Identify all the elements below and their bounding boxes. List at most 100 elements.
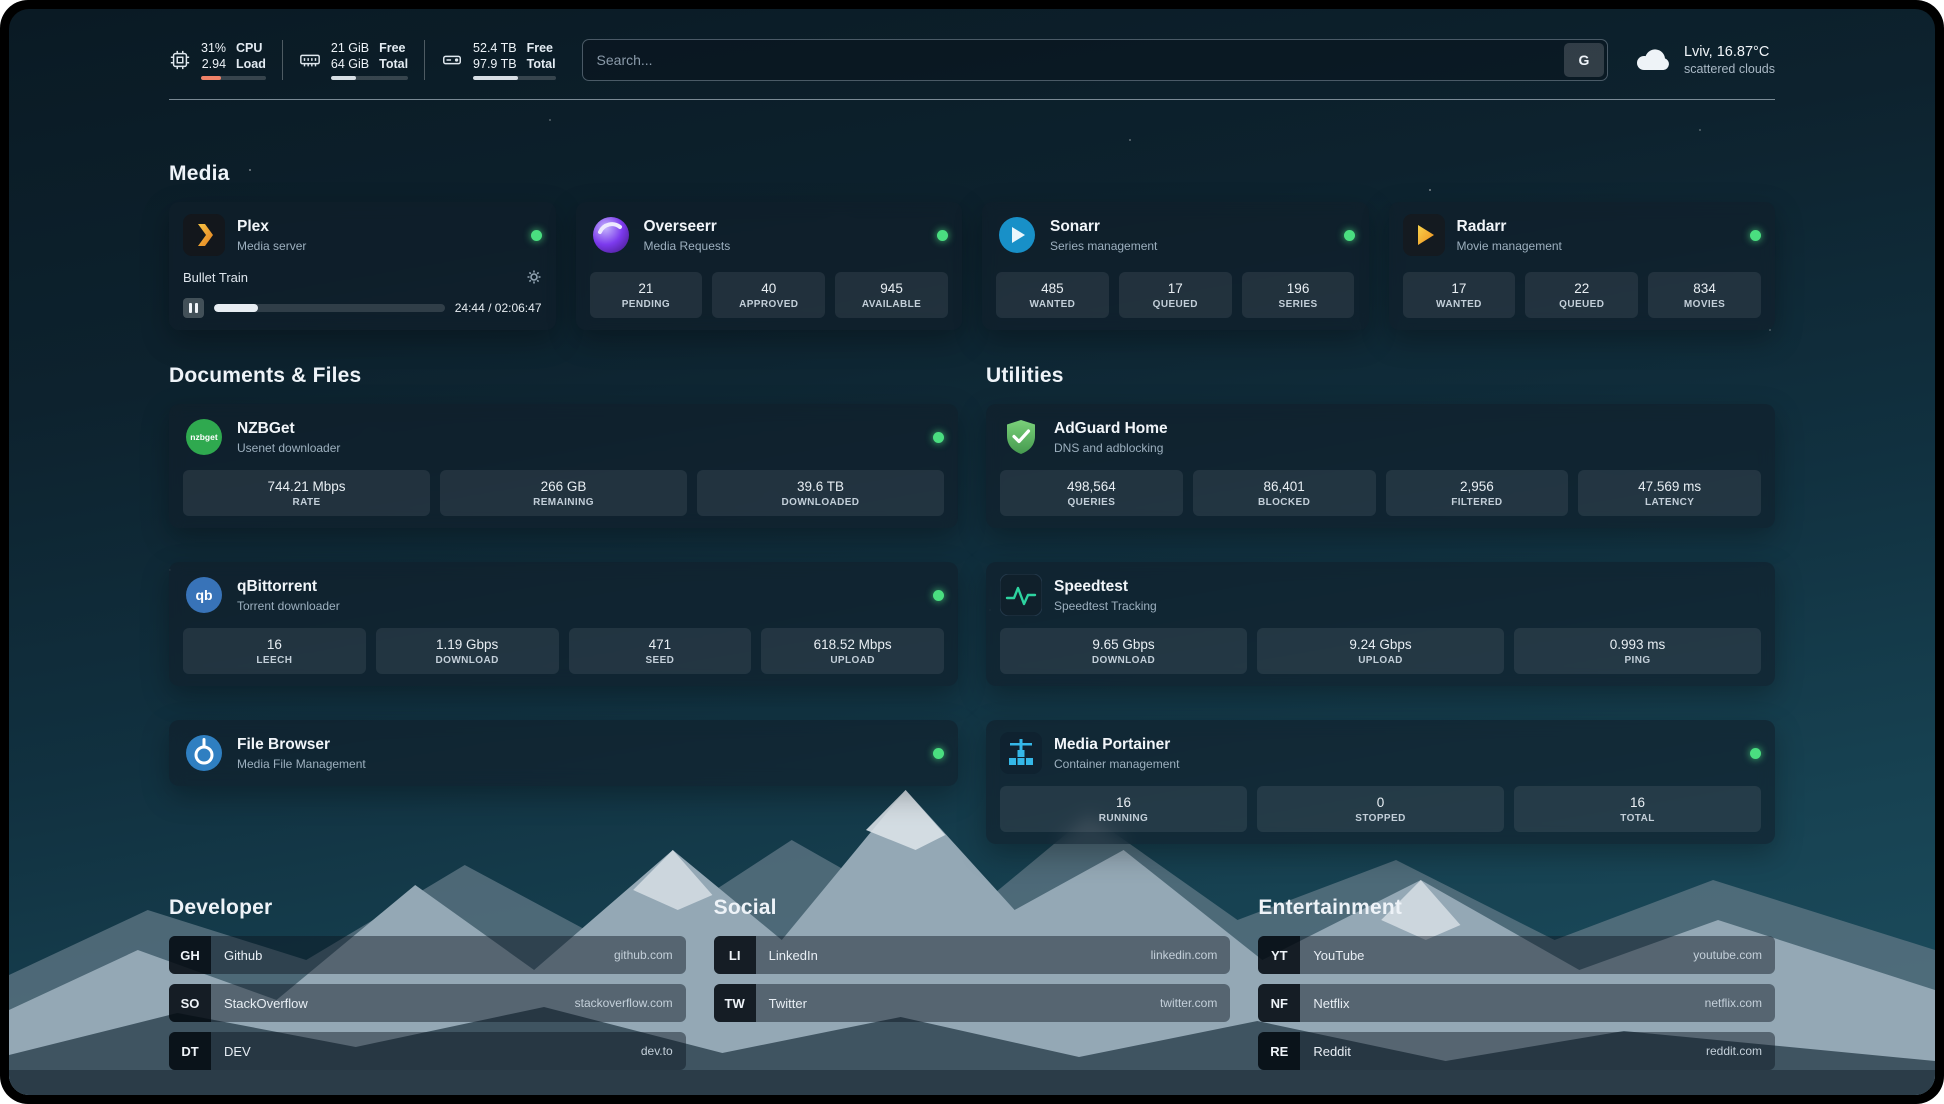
utilities-section-title: Utilities (986, 364, 1775, 388)
bookmark-youtube[interactable]: YT YouTube youtube.com (1258, 936, 1775, 974)
cpu-progress-fill (201, 76, 221, 80)
service-name: Media Portainer (1054, 736, 1179, 754)
qbittorrent-title-block: qBittorrent Torrent downloader (237, 578, 340, 613)
gear-icon[interactable] (526, 269, 542, 285)
speedtest-icon (1000, 574, 1042, 616)
adguard-header: AdGuard Home DNS and adblocking (1000, 416, 1761, 458)
status-dot (933, 748, 944, 759)
now-playing-title: Bullet Train (183, 270, 248, 285)
pause-button[interactable] (183, 298, 204, 318)
service-name: Radarr (1457, 218, 1562, 236)
stat-wanted: 485 WANTED (996, 272, 1109, 318)
speedtest-header: Speedtest Speedtest Tracking (1000, 574, 1761, 616)
card-qbittorrent[interactable]: qb qBittorrent Torrent downloader (169, 562, 958, 686)
bookmark-netflix[interactable]: NF Netflix netflix.com (1258, 984, 1775, 1022)
service-name: Plex (237, 218, 306, 236)
playback-time: 24:44 / 02:06:47 (455, 301, 542, 315)
search-box: G (582, 39, 1608, 81)
svg-text:nzbget: nzbget (190, 432, 218, 442)
search-input[interactable] (582, 39, 1608, 81)
bookmark-twitter[interactable]: TW Twitter twitter.com (714, 984, 1231, 1022)
media-grid: Plex Media server Bullet Train (169, 202, 1775, 330)
stat-total: 16 TOTAL (1514, 786, 1761, 832)
stat-available: 945 AVAILABLE (835, 272, 948, 318)
card-portainer[interactable]: Media Portainer Container management 16 … (986, 720, 1775, 844)
card-filebrowser[interactable]: File Browser Media File Management (169, 720, 958, 786)
cpu-icon (169, 49, 191, 71)
cpu-values: 31% 2.94 (201, 40, 226, 73)
card-sonarr[interactable]: Sonarr Series management 485 WANTED (982, 202, 1369, 330)
playback-progress-track[interactable] (214, 304, 445, 312)
portainer-title-block: Media Portainer Container management (1054, 736, 1179, 771)
weather-condition: scattered clouds (1684, 62, 1775, 76)
disk-metric: 52.4 TB 97.9 TB Free Total (424, 40, 556, 81)
radarr-title-block: Radarr Movie management (1457, 218, 1562, 253)
sonarr-title-block: Sonarr Series management (1050, 218, 1157, 253)
disk-total-value: 97.9 TB (473, 56, 517, 72)
disk-total-label: Total (527, 56, 556, 72)
stat-ping: 0.993 ms PING (1514, 628, 1761, 674)
cpu-progress-track (201, 76, 266, 80)
system-metrics: 31% 2.94 CPU Load (169, 40, 556, 81)
bookmarks-section: Developer GH Github github.com SO StackO… (169, 896, 1775, 1070)
cpu-metric-body: 31% 2.94 CPU Load (201, 40, 266, 81)
bookmark-stackoverflow[interactable]: SO StackOverflow stackoverflow.com (169, 984, 686, 1022)
dashboard-content: 31% 2.94 CPU Load (9, 39, 1935, 1095)
bookmark-dev[interactable]: DT DEV dev.to (169, 1032, 686, 1070)
bookmark-url: stackoverflow.com (575, 996, 673, 1010)
bookmarks-social: Social LI LinkedIn linkedin.com TW Twitt… (714, 896, 1231, 1070)
memory-metric-rows: 21 GiB 64 GiB Free Total (331, 40, 408, 73)
developer-section-title: Developer (169, 896, 686, 920)
bookmark-url: youtube.com (1693, 948, 1762, 962)
playback-progress-fill (214, 304, 258, 312)
memory-values: 21 GiB 64 GiB (331, 40, 369, 73)
bookmark-github[interactable]: GH Github github.com (169, 936, 686, 974)
search-engine-button[interactable]: G (1564, 43, 1604, 77)
bookmark-reddit[interactable]: RE Reddit reddit.com (1258, 1032, 1775, 1070)
stat-stopped: 0 STOPPED (1257, 786, 1504, 832)
card-adguard[interactable]: AdGuard Home DNS and adblocking 498,564 … (986, 404, 1775, 528)
nzbget-header: nzbget NZBGet Usenet downloader (183, 416, 944, 458)
card-overseerr[interactable]: Overseerr Media Requests 21 PENDING (576, 202, 963, 330)
memory-progress-fill (331, 76, 356, 80)
service-name: Sonarr (1050, 218, 1157, 236)
memory-free-value: 21 GiB (331, 40, 369, 56)
stat-series: 196 SERIES (1242, 272, 1355, 318)
bookmark-abbr: NF (1258, 984, 1300, 1022)
bookmarks-entertainment: Entertainment YT YouTube youtube.com NF … (1258, 896, 1775, 1070)
service-subtitle: Media File Management (237, 757, 366, 771)
radarr-icon (1403, 214, 1445, 256)
memory-labels: Free Total (379, 40, 408, 73)
sonarr-header: Sonarr Series management (996, 214, 1355, 256)
status-dot (933, 432, 944, 443)
card-plex[interactable]: Plex Media server Bullet Train (169, 202, 556, 330)
memory-free-label: Free (379, 40, 408, 56)
disk-free-label: Free (527, 40, 556, 56)
status-dot (1750, 230, 1761, 241)
overseerr-title-block: Overseerr Media Requests (644, 218, 731, 253)
bookmark-linkedin[interactable]: LI LinkedIn linkedin.com (714, 936, 1231, 974)
cpu-metric-rows: 31% 2.94 CPU Load (201, 40, 266, 73)
adguard-title-block: AdGuard Home DNS and adblocking (1054, 420, 1168, 455)
entertainment-section-title: Entertainment (1258, 896, 1775, 920)
status-dot (1344, 230, 1355, 241)
stat-downloaded: 39.6 TB DOWNLOADED (697, 470, 944, 516)
bookmark-url: linkedin.com (1151, 948, 1218, 962)
nzbget-stats: 744.21 Mbps RATE 266 GB REMAINING 39.6 T… (183, 470, 944, 516)
card-radarr[interactable]: Radarr Movie management 17 WANTED 2 (1389, 202, 1776, 330)
stat-queued: 22 QUEUED (1525, 272, 1638, 318)
stat-download: 9.65 Gbps DOWNLOAD (1000, 628, 1247, 674)
card-speedtest[interactable]: Speedtest Speedtest Tracking 9.65 Gbps D… (986, 562, 1775, 686)
stat-approved: 40 APPROVED (712, 272, 825, 318)
card-nzbget[interactable]: nzbget NZBGet Usenet downloader 74 (169, 404, 958, 528)
weather-widget: Lviv, 16.87°C scattered clouds (1634, 43, 1775, 78)
portainer-header: Media Portainer Container management (1000, 732, 1761, 774)
memory-metric: 21 GiB 64 GiB Free Total (282, 40, 408, 81)
service-subtitle: Torrent downloader (237, 599, 340, 613)
overseerr-stats: 21 PENDING 40 APPROVED 945 AVAILABLE (590, 272, 949, 318)
section-media: Media Plex (169, 162, 1775, 330)
sonarr-icon (996, 214, 1038, 256)
bookmark-url: reddit.com (1706, 1044, 1762, 1058)
disk-progress-fill (473, 76, 518, 80)
svg-text:qb: qb (195, 587, 212, 603)
